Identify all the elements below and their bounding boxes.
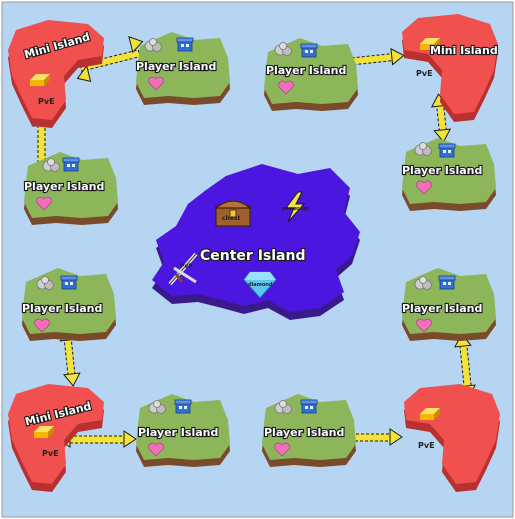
svg-text:diamond: diamond <box>248 282 273 288</box>
svg-text:PvP: PvP <box>180 263 193 270</box>
shop-icon <box>438 275 456 290</box>
player-island-label: Player Island <box>264 426 344 439</box>
pve-label: PvE <box>42 449 59 458</box>
player-island-4[interactable]: Player Island <box>401 138 496 211</box>
svg-text:power-up: power-up <box>282 206 309 212</box>
shop-icon <box>60 275 78 290</box>
pve-label: PvE <box>418 441 435 450</box>
player-island-5[interactable]: Player Island <box>21 268 116 341</box>
mini-island-label: Mini Island <box>430 44 498 57</box>
player-island-label: Player Island <box>266 64 346 77</box>
player-island-6[interactable]: Player Island <box>401 268 496 341</box>
player-island-label: Player Island <box>138 426 218 439</box>
player-island-2[interactable]: Player Island <box>264 38 358 111</box>
shop-icon <box>438 143 456 158</box>
player-island-3[interactable]: Player Island <box>23 152 118 225</box>
player-island-label: Player Island <box>22 302 102 315</box>
player-island-1[interactable]: Player Island <box>135 32 230 105</box>
shop-icon <box>300 43 318 58</box>
shop-icon <box>176 37 194 52</box>
shop-icon <box>174 399 192 414</box>
center-island-label: Center Island <box>200 248 305 264</box>
game-map: chest power-up Center Island PvP diamond… <box>1 1 514 518</box>
shop-icon <box>300 399 318 414</box>
player-island-label: Player Island <box>136 60 216 73</box>
player-island-7[interactable]: Player Island <box>136 394 230 467</box>
shop-icon <box>62 157 80 172</box>
player-island-label: Player Island <box>402 164 482 177</box>
player-island-label: Player Island <box>402 302 482 315</box>
svg-text:chest: chest <box>222 215 240 222</box>
player-island-8[interactable]: Player Island <box>262 394 356 467</box>
player-island-label: Player Island <box>24 180 104 193</box>
pve-label: PvE <box>38 97 55 106</box>
chest-icon: chest <box>214 200 252 227</box>
pve-label: PvE <box>416 69 433 78</box>
